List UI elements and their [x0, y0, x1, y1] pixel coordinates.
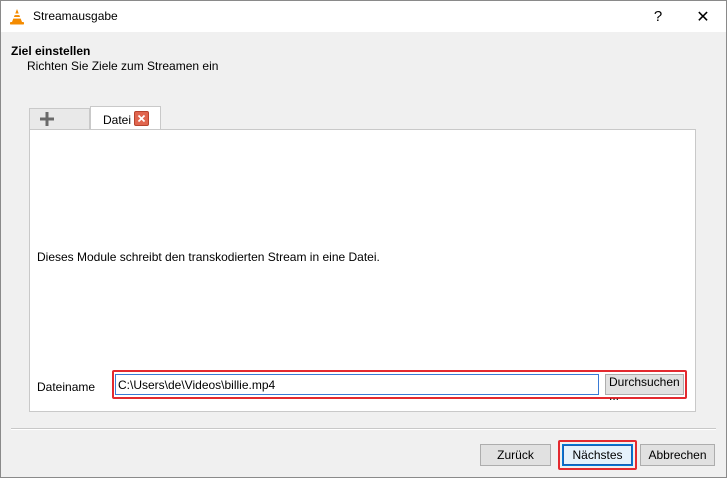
close-window-button[interactable]: ✕: [680, 1, 726, 32]
help-button[interactable]: ?: [635, 1, 681, 32]
tab-file[interactable]: Datei: [90, 106, 161, 131]
stream-output-dialog: Streamausgabe ? ✕ Ziel einstellen Richte…: [0, 0, 727, 478]
filename-input[interactable]: [115, 374, 599, 395]
tab-add-destination[interactable]: [29, 108, 90, 130]
page-subtitle: Richten Sie Ziele zum Streamen ein: [27, 59, 219, 73]
back-button[interactable]: Zurück: [480, 444, 551, 466]
wizard-header: Ziel einstellen Richten Sie Ziele zum St…: [1, 32, 726, 89]
plus-icon: [40, 112, 54, 126]
cancel-button[interactable]: Abbrechen: [640, 444, 715, 466]
filename-label: Dateiname: [37, 380, 96, 394]
title-bar: Streamausgabe ? ✕: [1, 1, 726, 32]
browse-button[interactable]: Durchsuchen ...: [605, 374, 684, 403]
close-icon[interactable]: [134, 111, 149, 126]
tab-file-label: Datei: [103, 113, 132, 127]
next-focus-ring: [563, 445, 632, 465]
page-title: Ziel einstellen: [11, 44, 91, 58]
vlc-cone-icon: [10, 9, 24, 25]
file-tab-panel: Dieses Module schreibt den transkodierte…: [29, 129, 696, 412]
footer-divider: [11, 428, 716, 430]
module-description: Dieses Module schreibt den transkodierte…: [37, 250, 380, 264]
window-title: Streamausgabe: [33, 9, 118, 23]
